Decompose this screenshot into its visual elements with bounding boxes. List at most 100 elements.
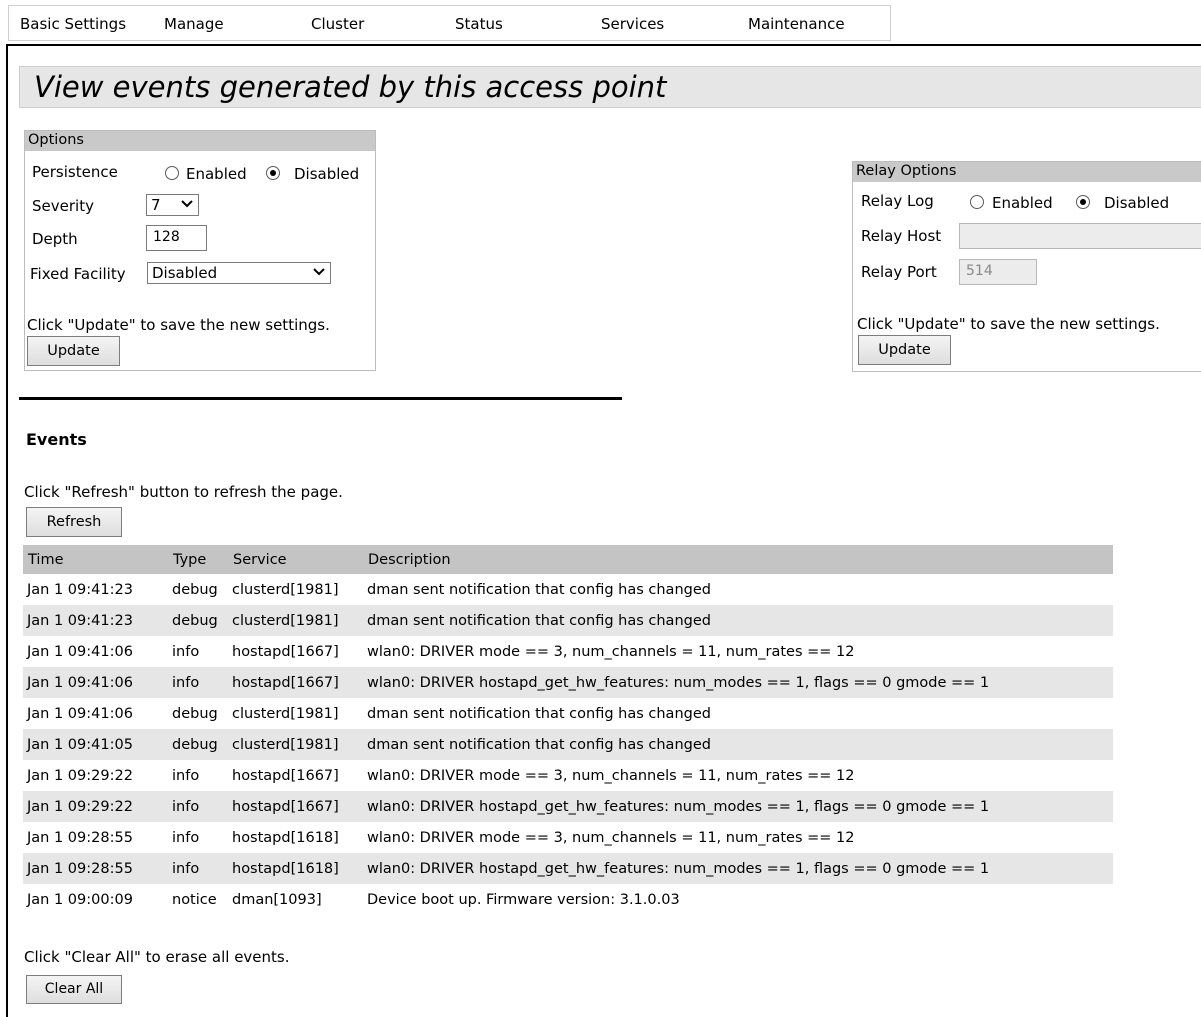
chevron-down-icon <box>180 195 194 213</box>
relay-log-label: Relay Log <box>861 192 934 210</box>
cell-description: dman sent notification that config has c… <box>363 605 1113 636</box>
table-row: Jan 1 09:41:05 debug clusterd[1981] dman se… <box>23 729 1113 760</box>
events-table: Time Type Service Description Jan 1 09:4… <box>23 545 1113 915</box>
fixed-facility-value: Disabled <box>152 264 218 282</box>
cell-time: Jan 1 09:41:05 <box>23 729 168 760</box>
depth-field[interactable]: 128 <box>146 225 207 251</box>
relay-log-disabled-radio[interactable] <box>1076 195 1090 209</box>
relay-update-button[interactable]: Update <box>858 335 951 365</box>
cell-service: hostapd[1618] <box>228 822 363 853</box>
nav-services[interactable]: Services <box>601 15 664 33</box>
severity-label: Severity <box>32 197 94 215</box>
table-row: Jan 1 09:41:06 info hostapd[1667] wlan0: DR… <box>23 636 1113 667</box>
relay-port-field[interactable]: 514 <box>959 259 1037 285</box>
cell-type: info <box>168 667 228 698</box>
table-row: Jan 1 09:41:23 debug clusterd[1981] dman se… <box>23 605 1113 636</box>
table-row: Jan 1 09:00:09 notice dman[1093] Device boo… <box>23 884 1113 915</box>
relay-update-hint: Click "Update" to save the new settings. <box>857 315 1160 333</box>
relay-log-enabled-radio[interactable] <box>970 195 984 209</box>
table-row: Jan 1 09:29:22 info hostapd[1667] wlan0: DR… <box>23 760 1113 791</box>
fixed-facility-select[interactable]: Disabled <box>147 262 331 284</box>
cell-time: Jan 1 09:41:06 <box>23 698 168 729</box>
cell-service: hostapd[1667] <box>228 667 363 698</box>
cell-description: dman sent notification that config has c… <box>363 729 1113 760</box>
clear-all-hint: Click "Clear All" to erase all events. <box>24 948 290 966</box>
clear-all-button[interactable]: Clear All <box>26 975 122 1004</box>
depth-label: Depth <box>32 230 78 248</box>
cell-service: hostapd[1667] <box>228 791 363 822</box>
refresh-button[interactable]: Refresh <box>26 507 122 537</box>
depth-value: 128 <box>153 229 180 245</box>
nav-status[interactable]: Status <box>455 15 503 33</box>
cell-time: Jan 1 09:29:22 <box>23 760 168 791</box>
persistence-enabled-label: Enabled <box>186 165 247 183</box>
persistence-label: Persistence <box>32 163 118 181</box>
options-header-label: Options <box>28 132 84 148</box>
cell-service: clusterd[1981] <box>228 729 363 760</box>
cell-time: Jan 1 09:41:06 <box>23 667 168 698</box>
severity-value: 7 <box>151 196 161 214</box>
relay-port-label: Relay Port <box>861 263 937 281</box>
cell-service: clusterd[1981] <box>228 698 363 729</box>
options-update-button[interactable]: Update <box>27 336 120 366</box>
nav-basic-settings[interactable]: Basic Settings <box>20 15 126 33</box>
table-row: Jan 1 09:28:55 info hostapd[1618] wlan0: DR… <box>23 822 1113 853</box>
page-title: View events generated by this access poi… <box>34 70 667 104</box>
relay-port-value: 514 <box>966 263 993 279</box>
relay-host-field[interactable] <box>959 223 1201 249</box>
cell-description: wlan0: DRIVER mode == 3, num_channels = … <box>363 822 1113 853</box>
relay-host-label: Relay Host <box>861 227 942 245</box>
nav-manage[interactable]: Manage <box>164 15 224 33</box>
persistence-disabled-label: Disabled <box>294 165 360 183</box>
cell-time: Jan 1 09:41:23 <box>23 605 168 636</box>
relay-options-header: Relay Options <box>853 162 1201 182</box>
cell-type: info <box>168 822 228 853</box>
table-row: Jan 1 09:28:55 info hostapd[1618] wlan0: DR… <box>23 853 1113 884</box>
persistence-disabled-radio[interactable] <box>266 166 280 180</box>
col-description: Description <box>363 545 1113 574</box>
col-service: Service <box>228 545 363 574</box>
cell-service: hostapd[1667] <box>228 760 363 791</box>
cell-service: clusterd[1981] <box>228 605 363 636</box>
cell-type: notice <box>168 884 228 915</box>
cell-type: info <box>168 760 228 791</box>
events-table-header: Time Type Service Description <box>23 545 1113 574</box>
relay-options-panel: Relay Options Relay Log Enabled Disabled… <box>852 161 1201 372</box>
table-row: Jan 1 09:29:22 info hostapd[1667] wlan0: DR… <box>23 791 1113 822</box>
relay-options-header-label: Relay Options <box>856 163 957 179</box>
cell-time: Jan 1 09:41:06 <box>23 636 168 667</box>
frame-top-border <box>6 44 1201 46</box>
nav-maintenance[interactable]: Maintenance <box>748 15 845 33</box>
cell-service: dman[1093] <box>228 884 363 915</box>
cell-time: Jan 1 09:28:55 <box>23 822 168 853</box>
table-row: Jan 1 09:41:06 debug clusterd[1981] dman se… <box>23 698 1113 729</box>
refresh-hint: Click "Refresh" button to refresh the pa… <box>24 483 343 501</box>
persistence-enabled-radio[interactable] <box>165 166 179 180</box>
cell-description: dman sent notification that config has c… <box>363 698 1113 729</box>
severity-select[interactable]: 7 <box>146 194 199 216</box>
options-panel: Options Persistence Enabled Disabled Sev… <box>24 130 376 371</box>
col-time: Time <box>23 545 168 574</box>
cell-description: wlan0: DRIVER hostapd_get_hw_features: n… <box>363 791 1113 822</box>
cell-time: Jan 1 09:28:55 <box>23 853 168 884</box>
cell-service: hostapd[1667] <box>228 636 363 667</box>
cell-type: debug <box>168 574 228 605</box>
cell-description: wlan0: DRIVER hostapd_get_hw_features: n… <box>363 667 1113 698</box>
cell-time: Jan 1 09:00:09 <box>23 884 168 915</box>
options-header: Options <box>25 131 375 151</box>
events-heading: Events <box>26 430 87 449</box>
cell-description: wlan0: DRIVER mode == 3, num_channels = … <box>363 760 1113 791</box>
col-type: Type <box>168 545 228 574</box>
nav-cluster[interactable]: Cluster <box>311 15 364 33</box>
relay-log-enabled-label: Enabled <box>992 194 1053 212</box>
top-nav: Basic Settings Manage Cluster Status Ser… <box>8 5 891 41</box>
section-divider <box>19 397 622 400</box>
cell-type: info <box>168 791 228 822</box>
cell-description: Device boot up. Firmware version: 3.1.0.… <box>363 884 1113 915</box>
cell-service: hostapd[1618] <box>228 853 363 884</box>
chevron-down-icon <box>312 263 326 281</box>
page-title-bar: View events generated by this access poi… <box>19 66 1201 108</box>
relay-log-disabled-label: Disabled <box>1104 194 1170 212</box>
cell-type: debug <box>168 605 228 636</box>
cell-type: info <box>168 853 228 884</box>
